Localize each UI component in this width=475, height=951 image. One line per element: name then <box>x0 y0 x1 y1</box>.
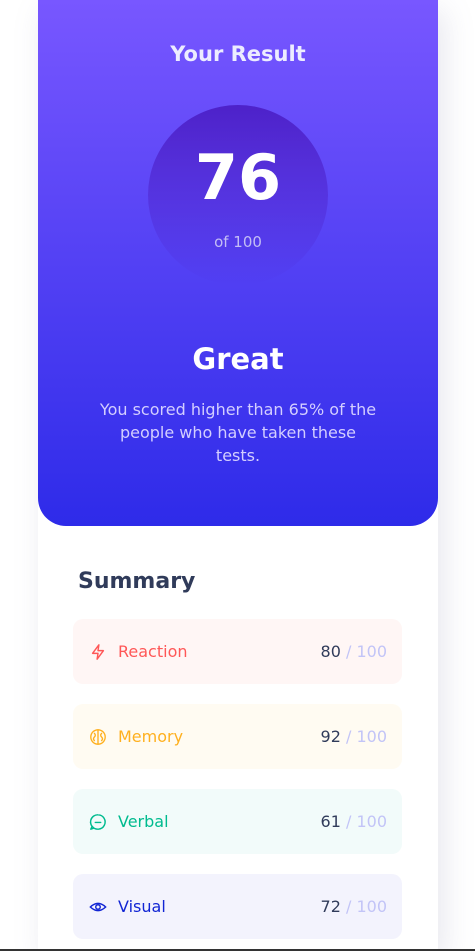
eye-icon <box>89 898 107 916</box>
score-value: 76 <box>194 141 282 214</box>
result-panel: Your Result 76 of 100 Great You scored h… <box>38 0 438 526</box>
rating-label: Great <box>192 342 284 376</box>
summary-item-label: Memory <box>118 727 184 746</box>
summary-item-score: 72 / 100 <box>320 897 387 916</box>
summary-item-reaction: Reaction 80 / 100 <box>73 619 402 684</box>
summary-item-score: 80 / 100 <box>320 642 387 661</box>
score-circle: 76 of 100 <box>148 105 328 285</box>
summary-item-score: 92 / 100 <box>320 727 387 746</box>
score-max: of 100 <box>214 233 262 251</box>
lightning-icon <box>89 643 107 661</box>
summary-title: Summary <box>78 569 196 594</box>
summary-item-label: Reaction <box>118 642 188 661</box>
summary-item-score: 61 / 100 <box>320 812 387 831</box>
summary-item-verbal: Verbal 61 / 100 <box>73 789 402 854</box>
brain-icon <box>89 728 107 746</box>
summary-item-memory: Memory 92 / 100 <box>73 704 402 769</box>
result-description: You scored higher than 65% of the people… <box>99 400 377 465</box>
result-title: Your Result <box>170 42 306 66</box>
summary-item-visual: Visual 72 / 100 <box>73 874 402 939</box>
chat-icon <box>89 813 107 831</box>
summary-item-label: Visual <box>118 897 166 916</box>
summary-item-label: Verbal <box>118 812 169 831</box>
